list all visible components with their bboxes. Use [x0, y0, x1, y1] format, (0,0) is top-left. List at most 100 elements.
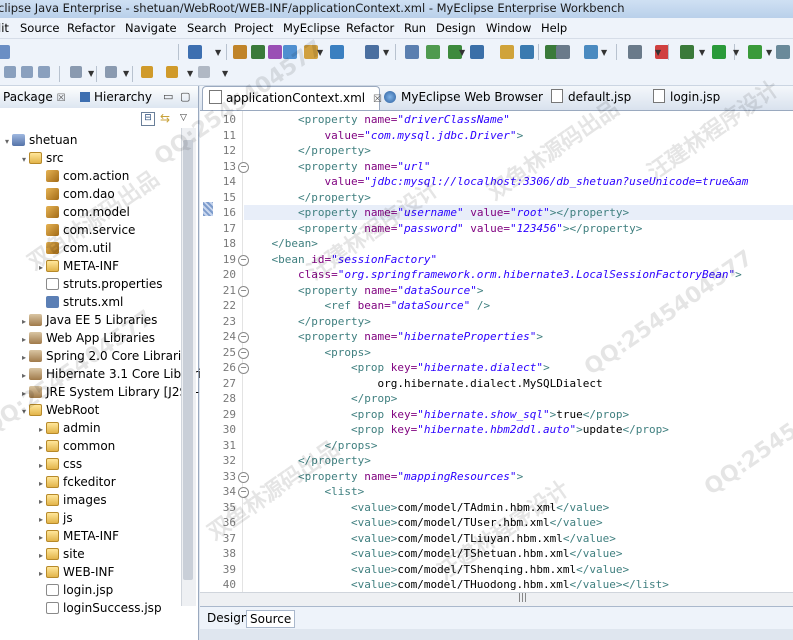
dropdown-arrow-icon[interactable]: ▼ [187, 69, 193, 78]
code-line[interactable]: </property> [245, 191, 371, 204]
dropdown-arrow-icon[interactable]: ▼ [317, 48, 323, 57]
run-icon[interactable] [712, 45, 726, 59]
code-line[interactable]: <property name="password" value="123456"… [245, 222, 642, 235]
editor-horizontal-scrollbar[interactable]: ||| [200, 592, 793, 607]
menu-search[interactable]: Search [187, 21, 227, 35]
code-line[interactable]: class="org.springframework.orm.hibernate… [245, 268, 742, 281]
dropdown-arrow-icon[interactable]: ▼ [88, 69, 94, 78]
tab-hierarchy[interactable]: Hierarchy [80, 90, 152, 104]
deploy-icon[interactable] [283, 45, 297, 59]
tab-design[interactable]: Design [204, 610, 251, 626]
code-line[interactable]: </props> [245, 439, 377, 452]
collapse-all-icon[interactable]: ⊟ [141, 112, 155, 126]
tab-myeclipse-web-browser[interactable]: MyEclipse Web Browser [378, 86, 544, 109]
server-icon[interactable] [304, 45, 318, 59]
tree-item[interactable]: ▸ js [36, 509, 73, 527]
menu-refactor[interactable]: Refactor [346, 21, 394, 35]
folder-open-icon[interactable] [500, 45, 514, 59]
tree-item[interactable]: ▸ css [36, 455, 82, 473]
print-icon[interactable] [21, 66, 33, 78]
menu-project[interactable]: Project [234, 21, 273, 35]
tools-icon[interactable] [556, 45, 570, 59]
tree-item[interactable]: ▸ fckeditor [36, 473, 116, 491]
package-icon[interactable] [251, 45, 265, 59]
tree-item[interactable]: com.dao [36, 185, 115, 203]
open-type-icon[interactable] [233, 45, 247, 59]
globe-icon[interactable] [470, 45, 484, 59]
expand-toggle-icon[interactable]: ▾ [19, 151, 29, 169]
last-edit-icon[interactable] [141, 66, 153, 78]
code-line[interactable]: <value>com/model/TAdmin.hbm.xml</value> [245, 501, 609, 514]
code-line[interactable]: value="jdbc:mysql://localhost:3306/db_sh… [245, 175, 748, 188]
run-server-icon[interactable] [330, 45, 344, 59]
tree-item[interactable]: loginSuccess.jsp [36, 599, 162, 617]
tree-item[interactable]: com.util [36, 239, 111, 257]
tree-item[interactable]: struts.xml [36, 293, 123, 311]
minimize-icon[interactable]: ▭ [163, 90, 173, 103]
tree-item[interactable]: login.jsp [36, 581, 113, 599]
menu-refactor[interactable]: Refactor [67, 21, 115, 35]
code-line[interactable]: value="com.mysql.jdbc.Driver"> [245, 129, 523, 142]
dropdown-arrow-icon[interactable]: ▼ [383, 48, 389, 57]
code-line[interactable]: <property name="driverClassName" [245, 113, 510, 126]
menu-lit[interactable]: lit [0, 21, 9, 35]
save-icon[interactable] [4, 66, 16, 78]
menu-design[interactable]: Design [436, 21, 476, 35]
dropdown-arrow-icon[interactable]: ▼ [655, 48, 661, 57]
tree-item[interactable]: com.service [36, 221, 135, 239]
tree-item[interactable]: ▸ WEB-INF [36, 563, 114, 581]
tree-item[interactable]: ▾ WebRoot [19, 401, 99, 419]
code-line[interactable]: <props> [245, 346, 370, 359]
dropdown-arrow-icon[interactable]: ▼ [215, 48, 221, 57]
forward-icon[interactable] [198, 66, 210, 78]
bug-icon[interactable] [680, 45, 694, 59]
code-line[interactable]: <value>com/model/TUser.hbm.xml</value> [245, 516, 603, 529]
maximize-icon[interactable]: ▢ [180, 90, 190, 103]
dropdown-arrow-icon[interactable]: ▼ [222, 69, 228, 78]
browse-icon[interactable] [405, 45, 419, 59]
code-line[interactable]: <property name="hibernateProperties"> [245, 330, 543, 343]
dropdown-arrow-icon[interactable]: ▼ [123, 69, 129, 78]
link-with-editor-icon[interactable]: ⇆ [160, 111, 170, 125]
class-icon[interactable] [268, 45, 282, 59]
settings-icon[interactable] [520, 45, 534, 59]
code-line[interactable]: <prop key="hibernate.show_sql">true</pro… [245, 408, 629, 421]
code-line[interactable]: <property name="username" value="root"><… [245, 206, 629, 219]
tree-item[interactable]: ▸ site [36, 545, 85, 563]
dropdown-arrow-icon[interactable]: ▼ [766, 48, 772, 57]
tab-default-jsp[interactable]: default.jsp [545, 86, 641, 109]
search-icon[interactable] [70, 66, 82, 78]
menu-myeclipse[interactable]: MyEclipse [283, 21, 340, 35]
web-icon[interactable] [365, 45, 379, 59]
code-line[interactable]: org.hibernate.dialect.MySQLDialect [245, 377, 602, 390]
code-line[interactable]: <list> [245, 485, 364, 498]
code-line[interactable]: <prop key="hibernate.dialect"> [245, 361, 550, 374]
menu-run[interactable]: Run [404, 21, 426, 35]
dropdown-arrow-icon[interactable]: ▼ [699, 48, 705, 57]
next-annotation-icon[interactable] [105, 66, 117, 78]
screen-icon[interactable] [628, 45, 642, 59]
dropdown-arrow-icon[interactable]: ▼ [459, 48, 465, 57]
dropdown-arrow-icon[interactable]: ▼ [733, 48, 739, 57]
back-icon[interactable] [166, 66, 178, 78]
code-line[interactable]: <bean id="sessionFactory" [245, 253, 438, 266]
tab-application-context-xml[interactable]: applicationContext.xml ☒ [202, 86, 382, 110]
profile-icon[interactable] [776, 45, 790, 59]
tree-item[interactable]: ▾ src [19, 149, 64, 167]
tree-item[interactable]: com.action [36, 167, 129, 185]
tree-scrollbar-thumb[interactable] [183, 140, 193, 580]
external-tools-icon[interactable] [584, 45, 598, 59]
code-line[interactable]: <value>com/model/TShenqing.hbm.xml</valu… [245, 563, 629, 576]
tree-item[interactable]: ▸ common [36, 437, 115, 455]
menu-help[interactable]: Help [541, 21, 567, 35]
tab-package-explorer[interactable]: Package ☒ [3, 90, 66, 104]
tree-item[interactable]: ▸ JRE System Library [J2SE-1 [19, 383, 207, 401]
code-line[interactable]: </bean> [245, 237, 318, 250]
menu-navigate[interactable]: Navigate [125, 21, 177, 35]
code-line[interactable]: <ref bean="dataSource" /> [245, 299, 490, 312]
code-line[interactable]: <value>com/model/THuodong.hbm.xml</value… [245, 578, 669, 591]
code-line[interactable]: <property name="url" [245, 160, 430, 173]
debug-icon[interactable] [426, 45, 440, 59]
code-line[interactable]: </prop> [245, 392, 397, 405]
code-line[interactable]: </property> [245, 315, 371, 328]
